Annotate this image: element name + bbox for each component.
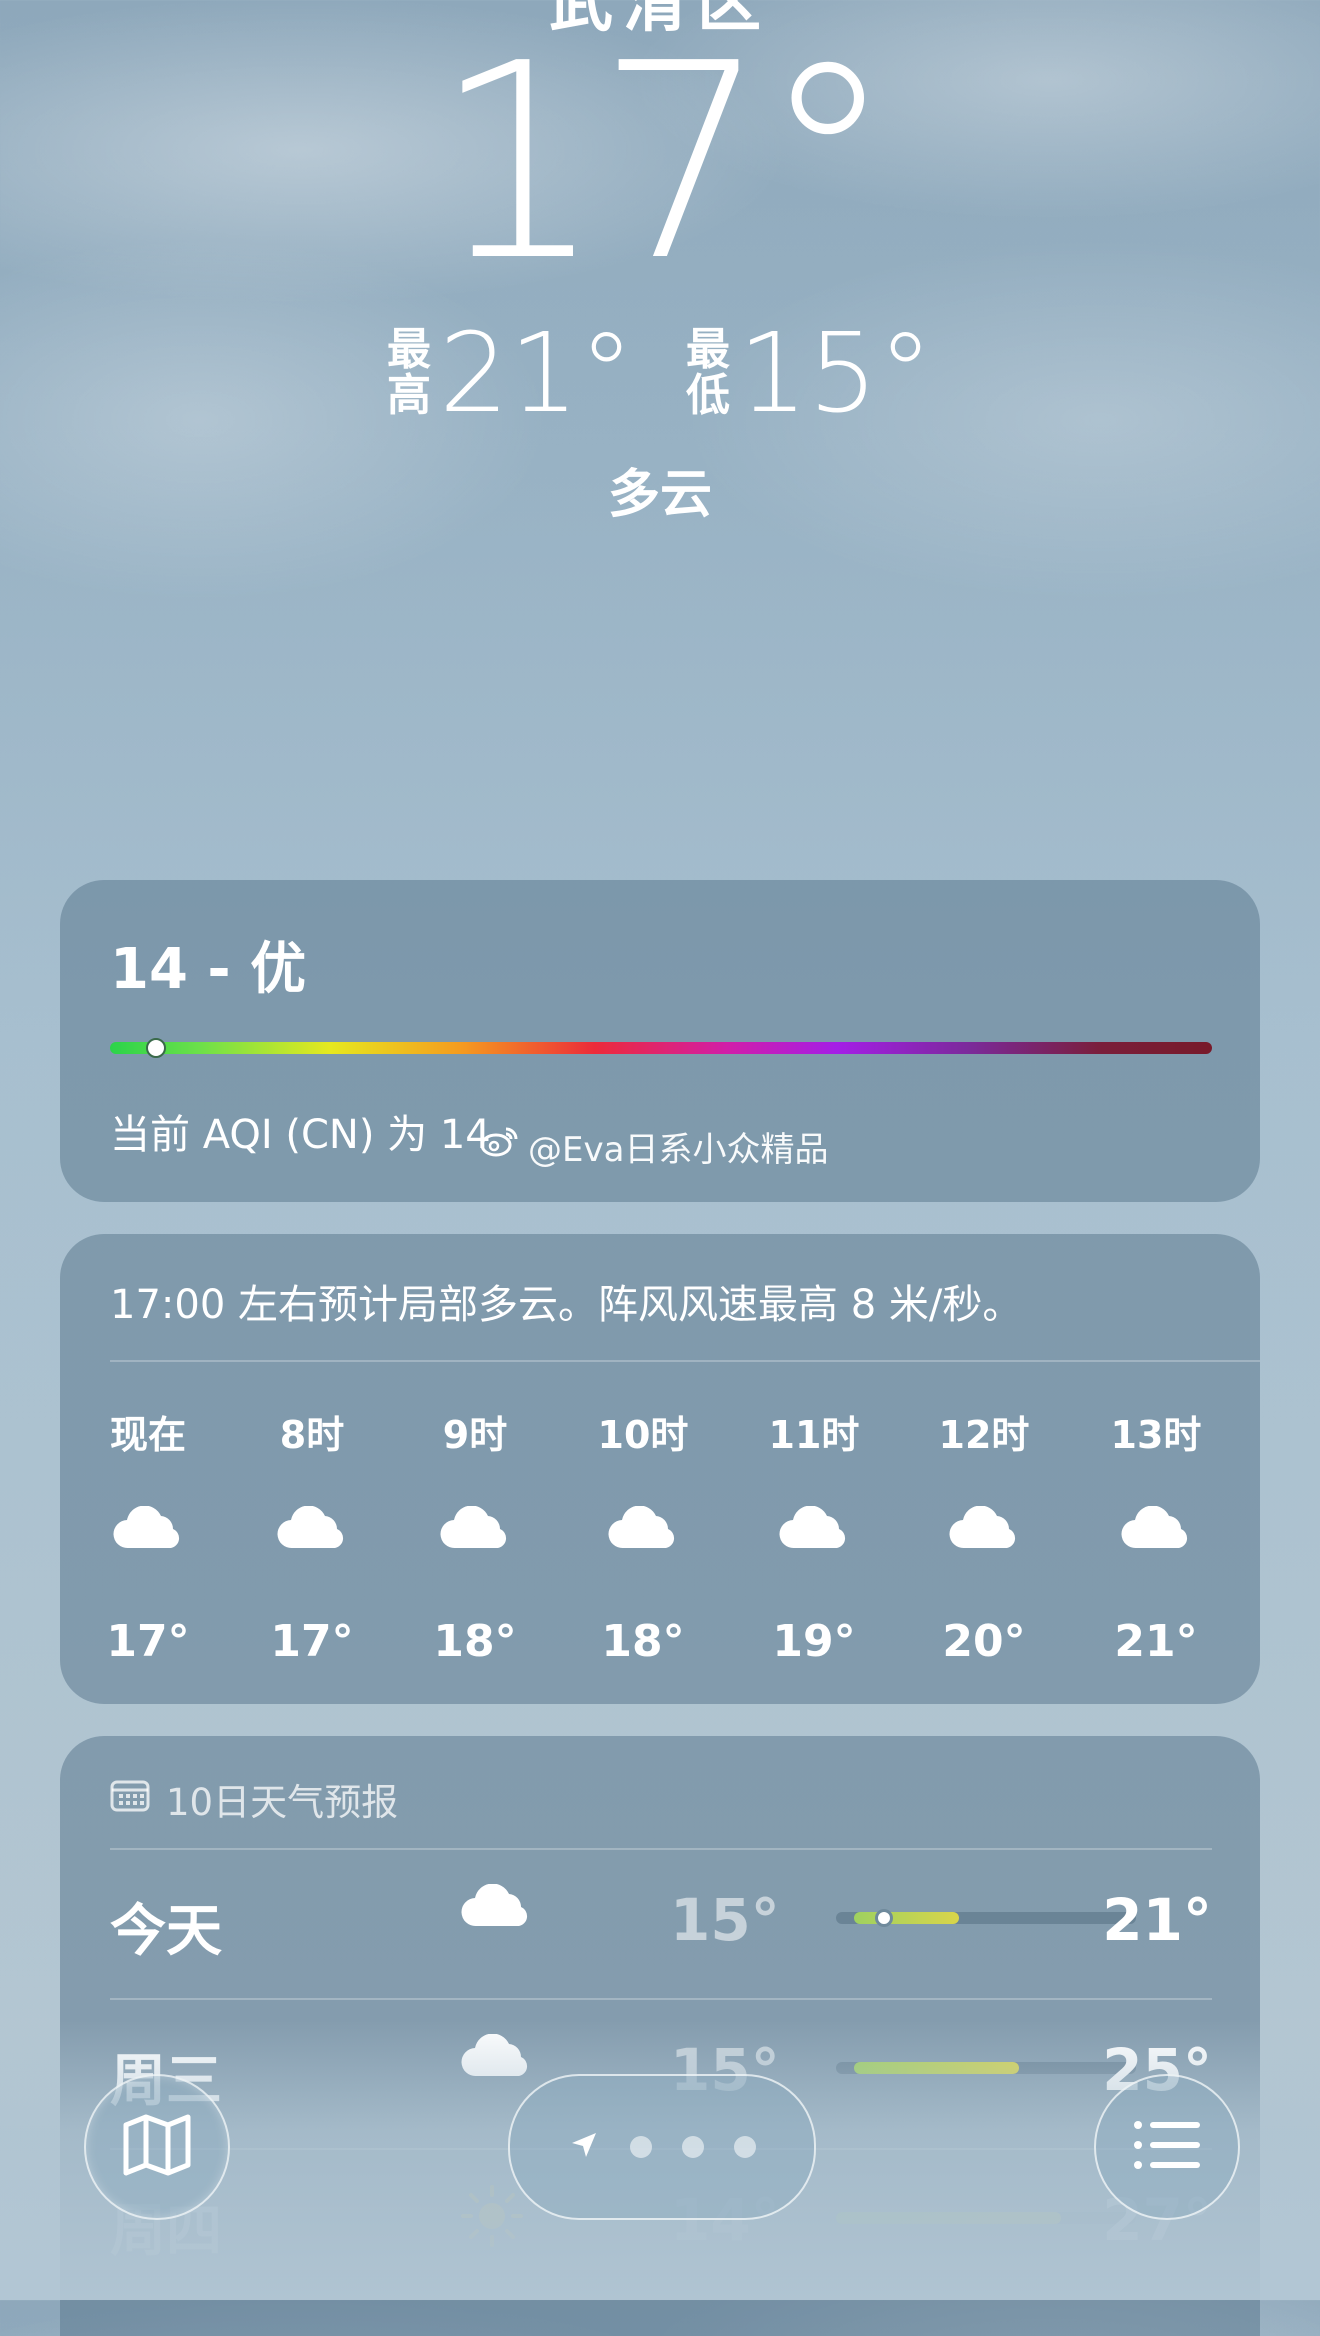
aqi-title: 14 - 优 bbox=[110, 937, 307, 1002]
hourly-item: 13时 21° bbox=[1096, 1404, 1216, 1667]
divider bbox=[110, 1998, 1212, 2000]
cloud-icon bbox=[88, 1506, 208, 1566]
page-indicator[interactable] bbox=[508, 2074, 816, 2220]
temp-range-fill bbox=[854, 1912, 959, 1924]
hourly-summary: 17:00 左右预计局部多云。阵风风速最高 8 米/秒。 bbox=[110, 1282, 1023, 1328]
daily-header: 10日天气预报 bbox=[110, 1772, 398, 1826]
hourly-item: 12时 20° bbox=[924, 1404, 1044, 1667]
day-name: 今天 bbox=[110, 1899, 222, 1964]
hour-label: 8时 bbox=[279, 1413, 345, 1457]
cloud-icon bbox=[252, 1506, 372, 1566]
hour-label: 12时 bbox=[938, 1413, 1030, 1457]
cloud-icon bbox=[924, 1506, 1044, 1566]
hour-temp: 17° bbox=[270, 1616, 354, 1667]
cloud-icon bbox=[1096, 1506, 1216, 1566]
hour-label: 13时 bbox=[1110, 1413, 1202, 1457]
page-dot bbox=[630, 2136, 652, 2158]
city-list-button[interactable] bbox=[1094, 2074, 1240, 2220]
hourly-item: 11时 19° bbox=[754, 1404, 874, 1667]
page-dot bbox=[734, 2136, 756, 2158]
hour-temp: 19° bbox=[772, 1616, 856, 1667]
high-label: 最 高 bbox=[387, 324, 432, 421]
list-icon bbox=[1132, 2117, 1202, 2177]
high-low: 最 高 21° 最 低 15° bbox=[0, 318, 1320, 428]
daily-title: 10日天气预报 bbox=[166, 1781, 399, 1824]
condition-text: 多云 bbox=[607, 465, 712, 525]
aqi-description: 当前 AQI (CN) 为 14 bbox=[110, 1112, 491, 1158]
hourly-item: 9时 18° bbox=[415, 1404, 535, 1667]
map-icon bbox=[122, 2113, 192, 2181]
cloud-icon bbox=[460, 1883, 532, 1932]
low-label: 最 低 bbox=[686, 324, 730, 421]
hourly-item: 10时 18° bbox=[583, 1404, 703, 1667]
current-temperature: 17° bbox=[432, 5, 896, 320]
low-temp: 15° bbox=[738, 309, 933, 437]
day-low: 15° bbox=[670, 1886, 780, 1954]
day-high: 21° bbox=[1102, 1886, 1212, 1954]
hour-label: 11时 bbox=[768, 1413, 860, 1457]
hour-temp: 18° bbox=[433, 1616, 517, 1667]
daily-row[interactable]: 今天 15° 21° bbox=[110, 1856, 1212, 1976]
aqi-scale-bar bbox=[110, 1042, 1212, 1054]
cloud-icon bbox=[415, 1506, 535, 1566]
map-button[interactable] bbox=[84, 2074, 230, 2220]
watermark: @Eva日系小众精品 bbox=[480, 1122, 828, 1171]
hour-label: 9时 bbox=[442, 1413, 508, 1457]
divider bbox=[110, 1848, 1212, 1850]
current-weather: 武清区 17° 最 高 21° 最 低 15° 多云 bbox=[0, 0, 1320, 560]
page-dot bbox=[682, 2136, 704, 2158]
high-temp-group: 最 高 21° bbox=[387, 318, 634, 428]
hour-temp: 21° bbox=[1114, 1616, 1198, 1667]
hourly-item: 现在 17° bbox=[88, 1404, 208, 1667]
location-arrow-icon bbox=[568, 2129, 600, 2165]
hour-label: 10时 bbox=[597, 1413, 689, 1457]
hourly-forecast-card[interactable]: 17:00 左右预计局部多云。阵风风速最高 8 米/秒。 现在 17° 8时 17° 9… bbox=[60, 1234, 1260, 1704]
hourly-item: 8时 17° bbox=[252, 1404, 372, 1667]
divider bbox=[110, 1360, 1260, 1362]
hour-temp: 20° bbox=[942, 1616, 1026, 1667]
hour-label: 现在 bbox=[109, 1413, 186, 1457]
cloud-icon bbox=[754, 1506, 874, 1566]
weibo-icon bbox=[480, 1125, 520, 1168]
high-temp: 21° bbox=[439, 309, 634, 437]
low-temp-group: 最 低 15° bbox=[686, 318, 933, 428]
current-temp-dot bbox=[875, 1909, 893, 1927]
cloud-icon bbox=[583, 1506, 703, 1566]
hour-temp: 18° bbox=[601, 1616, 685, 1667]
temp-range-bar bbox=[836, 1909, 1136, 1927]
aqi-indicator bbox=[146, 1038, 166, 1058]
hour-temp: 17° bbox=[106, 1616, 190, 1667]
calendar-icon bbox=[110, 1778, 150, 1821]
watermark-text: @Eva日系小众精品 bbox=[528, 1130, 829, 1170]
